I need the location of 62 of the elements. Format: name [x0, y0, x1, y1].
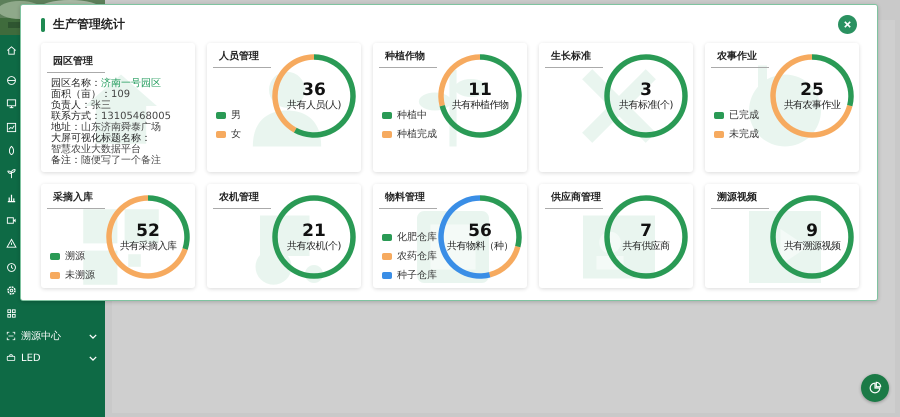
close-button[interactable] [838, 15, 857, 34]
field-label: 园区名称： [51, 78, 101, 89]
total-count: 52 [136, 221, 160, 241]
legend-label: 种子仓库 [397, 268, 437, 282]
total-count: 56 [468, 221, 492, 241]
legend-label: 种植完成 [397, 128, 437, 141]
total-caption: 共有标准(个) [619, 100, 673, 112]
legend-label: 未完成 [729, 128, 759, 141]
card-title: 种植作物 [384, 50, 426, 63]
total-count: 9 [806, 221, 818, 241]
total-caption: 共有供应商 [622, 241, 670, 253]
field-value: 张三 [91, 100, 111, 111]
field-value: 山东济南舜泰广场 [81, 122, 161, 133]
total-count: 36 [302, 80, 326, 100]
field-label: 备注： [51, 155, 81, 166]
dialog-title: 生产管理统计 [53, 16, 126, 33]
card-title: 采摘入库 [52, 190, 94, 204]
field-value: 随便写了一个备注 [81, 155, 161, 166]
legend-label: 男 [231, 109, 241, 122]
pie-chart-icon [868, 381, 882, 395]
card-title: 溯源视频 [716, 190, 758, 204]
field-value: 济南一号园区 [101, 78, 161, 89]
field-label: 面积（亩）： [51, 89, 111, 100]
field-value: 智慧农业大数据平台 [51, 144, 141, 155]
total-count: 21 [302, 221, 326, 241]
card-title: 园区管理 [52, 54, 93, 68]
card-title: 农机管理 [218, 190, 260, 204]
legend-label: 已完成 [729, 108, 759, 122]
total-count: 3 [640, 80, 652, 100]
total-count: 11 [468, 80, 492, 100]
legend-label: 农药仓库 [397, 250, 437, 263]
total-count: 25 [800, 80, 824, 100]
field-value: 13105468005 [101, 111, 171, 122]
total-caption: 共有溯源视频 [784, 241, 840, 253]
menu-item[interactable]: 溯源中心 [0, 325, 105, 348]
card-title: 物料管理 [384, 190, 426, 204]
close-icon [843, 20, 852, 29]
field-value: 109 [111, 89, 130, 100]
chevron-down-icon [89, 334, 97, 339]
legend-label: 溯源 [65, 250, 85, 263]
card-title: 生长标准 [550, 50, 592, 63]
field-label: 负责人： [51, 100, 91, 111]
scan-icon [6, 331, 16, 342]
menu-item[interactable]: LED [0, 347, 105, 370]
card-title: 供应商管理 [550, 190, 602, 204]
total-count: 7 [640, 221, 652, 241]
field-label: 地址： [51, 122, 81, 133]
legend-label: 未溯源 [65, 268, 95, 282]
total-caption: 共有采摘入库 [120, 241, 176, 253]
total-caption: 共有人员(人) [287, 100, 341, 112]
total-caption: 共有种植作物 [452, 100, 508, 112]
chevron-down-icon [89, 356, 97, 361]
field-label: 联系方式： [51, 111, 101, 122]
legend-label: 种植中 [397, 108, 427, 122]
total-caption: 共有农事作业 [784, 100, 840, 112]
legend-label: 女 [231, 128, 241, 141]
card-title: 农事作业 [716, 50, 758, 63]
card-title: 人员管理 [218, 50, 260, 63]
total-caption: 共有农机(个) [287, 241, 341, 253]
total-caption: 共有物料（种） [447, 241, 513, 253]
field-label: 大屏可视化标题名称： [51, 133, 151, 144]
legend-label: 化肥仓库 [397, 230, 437, 244]
